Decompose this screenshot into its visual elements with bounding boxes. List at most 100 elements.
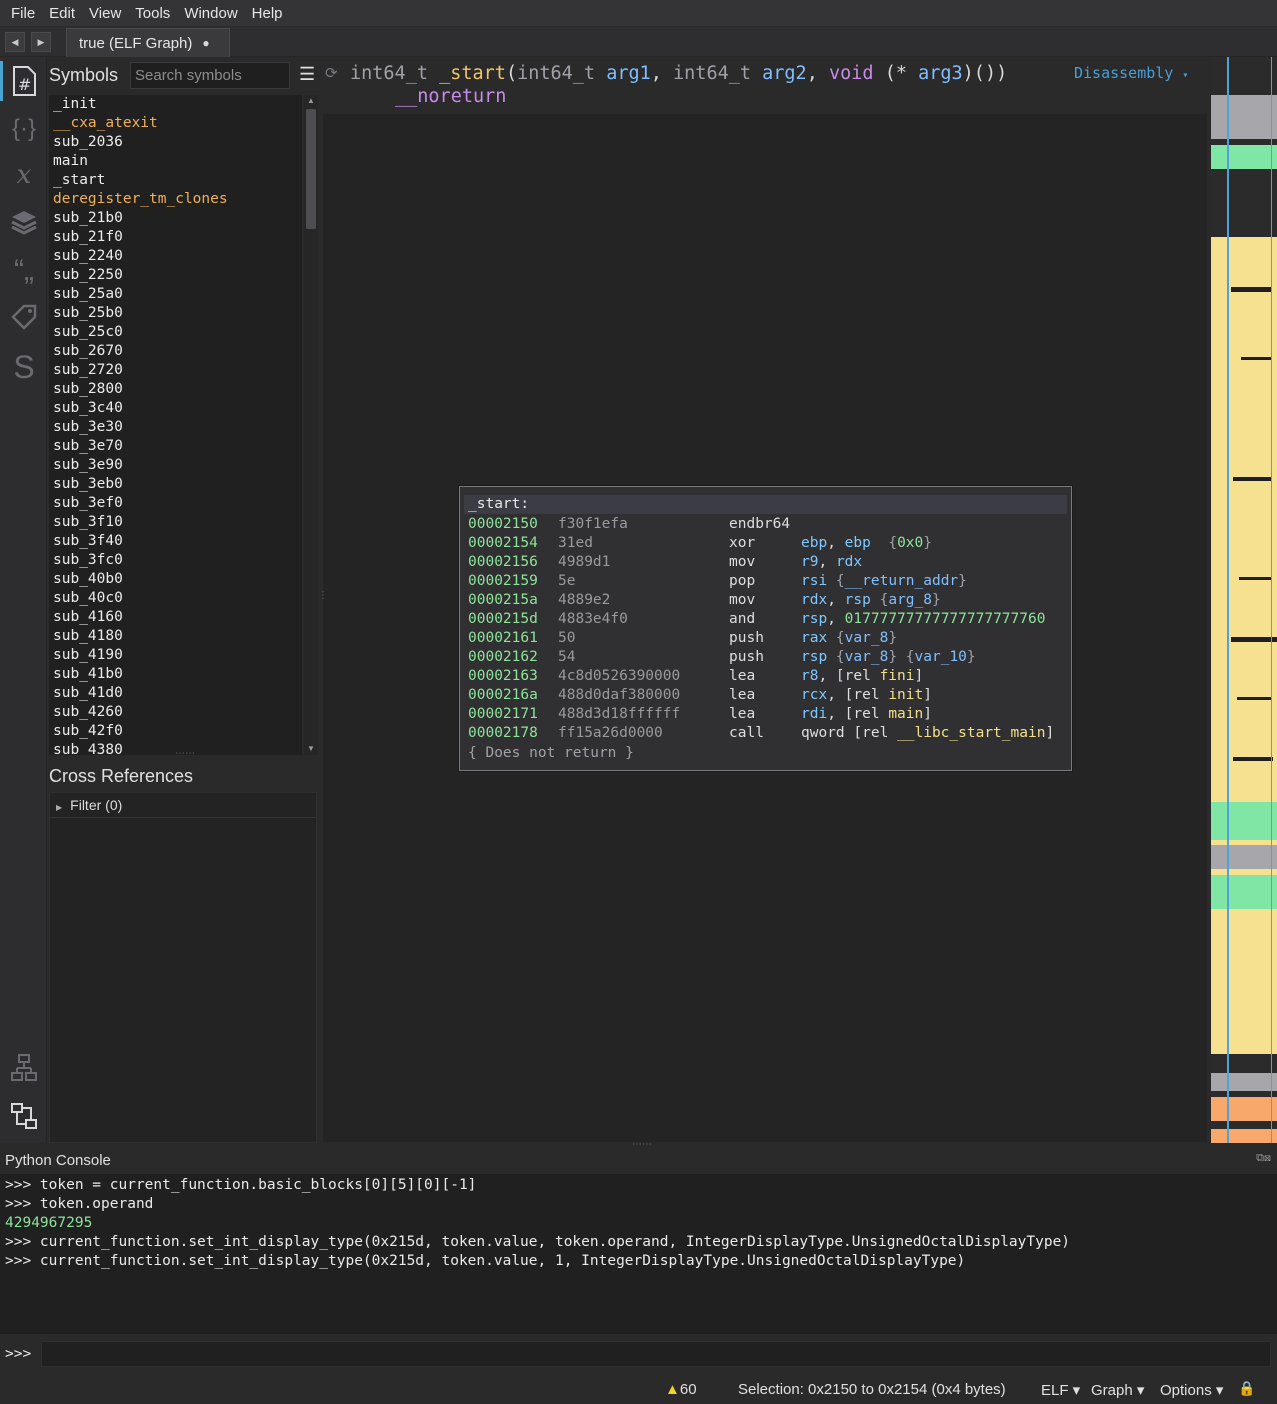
instruction-mnemonic[interactable]: push [729,629,764,648]
operand-token[interactable]: rsp [801,611,827,627]
symbol-item[interactable]: sub_3e70 [49,437,302,456]
operand-token[interactable]: } [932,592,941,608]
symbol-item[interactable]: sub_40b0 [49,570,302,589]
block-label[interactable]: _start: [464,495,1067,514]
instruction-row[interactable]: 00002154 31ed xor ebp, ebp {0x0} [468,534,1068,553]
symbols-icon[interactable]: # [8,65,40,97]
symbol-item[interactable]: main [49,152,302,171]
instruction-address[interactable]: 0000216a [468,686,538,705]
operand-token[interactable]: ] [923,706,932,722]
symbol-item[interactable]: sub_21b0 [49,209,302,228]
stack-view-icon[interactable]: S [8,351,40,383]
refresh-icon[interactable]: ⟳ [325,64,338,82]
scroll-up-icon[interactable]: ▲ [304,95,318,107]
instruction-address[interactable]: 00002161 [468,629,538,648]
symbol-item[interactable]: sub_4190 [49,646,302,665]
operand-token[interactable]: r9 [801,554,818,570]
instruction-row[interactable]: 00002150 f30f1efa endbr64 [468,515,1068,534]
symbol-item[interactable]: sub_2036 [49,133,302,152]
instruction-operands[interactable]: r9, rdx [801,553,862,572]
instruction-row[interactable]: 00002162 54 push rsp {var_8} {var_10} [468,648,1068,667]
menu-icon[interactable]: ☰ [299,65,315,83]
operand-token[interactable]: { [827,649,845,665]
instruction-address[interactable]: 00002159 [468,572,538,591]
back-button[interactable]: ◀ [5,32,25,52]
operand-token[interactable]: } [967,649,976,665]
instruction-address[interactable]: 00002156 [468,553,538,572]
instruction-mnemonic[interactable]: lea [729,705,755,724]
view-type-dropdown[interactable]: Disassembly ▾ [1074,64,1188,82]
instruction-row[interactable]: 00002171 488d3d18ffffff lea rdi, [rel main] [468,705,1068,724]
operand-token[interactable]: r8 [801,668,818,684]
operand-token[interactable]: rsi [801,573,827,589]
menu-view[interactable]: View [82,0,128,27]
basic-block[interactable]: _start: 00002150 f30f1efa endbr64 00002154 3… [459,486,1072,771]
instruction-address[interactable]: 00002150 [468,515,538,534]
operand-token[interactable]: __libc_start_main [897,725,1045,741]
symbol-item[interactable]: sub_4180 [49,627,302,646]
instruction-mnemonic[interactable]: pop [729,572,755,591]
menu-help[interactable]: Help [245,0,290,27]
instruction-operands[interactable]: rsi {__return_addr} [801,572,967,591]
warnings-indicator[interactable]: ▲60 [665,1381,697,1398]
operand-token[interactable]: main [888,706,923,722]
symbol-item[interactable]: sub_4160 [49,608,302,627]
variables-icon[interactable]: x [8,159,40,191]
operand-token[interactable]: , [rel [827,706,888,722]
console-input[interactable] [41,1341,1271,1367]
menu-file[interactable]: File [4,0,42,27]
instruction-operands[interactable]: rsp {var_8} {var_10} [801,648,976,667]
instruction-address[interactable]: 0000215a [468,591,538,610]
instruction-mnemonic[interactable]: mov [729,553,755,572]
instruction-address[interactable]: 00002163 [468,667,538,686]
symbol-item[interactable]: sub_42f0 [49,722,302,741]
symbol-item[interactable]: sub_40c0 [49,589,302,608]
param-name[interactable]: arg2 [762,63,807,84]
instruction-address[interactable]: 00002178 [468,724,538,743]
instruction-address[interactable]: 00002162 [468,648,538,667]
symbol-item[interactable]: sub_3ef0 [49,494,302,513]
param-name[interactable]: arg3 [918,63,963,84]
instruction-operands[interactable]: r8, [rel fini] [801,667,923,686]
instruction-operands[interactable]: rdi, [rel main] [801,705,932,724]
symbol-item[interactable]: _init [49,95,302,114]
instruction-address[interactable]: 00002171 [468,705,538,724]
instruction-row[interactable]: 00002159 5e pop rsi {__return_addr} [468,572,1068,591]
symbol-item[interactable]: sub_3e30 [49,418,302,437]
operand-token[interactable]: init [888,687,923,703]
symbol-list[interactable]: _init __cxa_atexit sub_2036 main _start dereg… [49,95,302,755]
instruction-mnemonic[interactable]: mov [729,591,755,610]
operand-token[interactable]: } [923,535,932,551]
instruction-mnemonic[interactable]: endbr64 [729,515,790,534]
operand-token[interactable]: ] [1045,725,1054,741]
instruction-operands[interactable]: rdx, rsp {arg_8} [801,591,941,610]
symbol-item[interactable]: sub_4260 [49,703,302,722]
symbol-item[interactable]: sub_25a0 [49,285,302,304]
instruction-row[interactable]: 0000215d 4883e4f0 and rsp, 0177777777777777… [468,610,1068,629]
instruction-mnemonic[interactable]: call [729,724,764,743]
symbol-item[interactable]: sub_3eb0 [49,475,302,494]
instruction-row[interactable]: 00002156 4989d1 mov r9, rdx [468,553,1068,572]
instruction-row[interactable]: 0000216a 488d0daf380000 lea rcx, [rel init] [468,686,1068,705]
instruction-address[interactable]: 00002154 [468,534,538,553]
operand-token[interactable]: } { [888,649,914,665]
operand-token[interactable]: __return_addr [845,573,959,589]
operand-token[interactable]: fini [880,668,915,684]
instruction-operands[interactable]: rax {var_8} [801,629,897,648]
options-dropdown[interactable]: Options ▾ [1160,1381,1223,1399]
operand-token[interactable]: var_10 [915,649,967,665]
xref-filter[interactable]: ▶ Filter (0) [50,793,316,818]
symbol-item[interactable]: sub_3f40 [49,532,302,551]
operand-token[interactable]: } [958,573,967,589]
lock-icon[interactable]: 🔒 [1238,1380,1255,1397]
instruction-operands[interactable]: rcx, [rel init] [801,686,932,705]
symbol-item[interactable]: _start [49,171,302,190]
operand-token[interactable]: 01777777777777777777760 [845,611,1046,627]
operand-token[interactable]: , [827,611,844,627]
operand-token[interactable]: var_8 [845,630,889,646]
operand-token[interactable]: , [818,554,835,570]
tab-true-elf-graph[interactable]: true (ELF Graph) ● [66,28,230,57]
operand-token[interactable]: rsp [845,592,871,608]
symbol-item[interactable]: sub_2670 [49,342,302,361]
splitter-handle[interactable]: ⋯⋯ [175,748,195,759]
